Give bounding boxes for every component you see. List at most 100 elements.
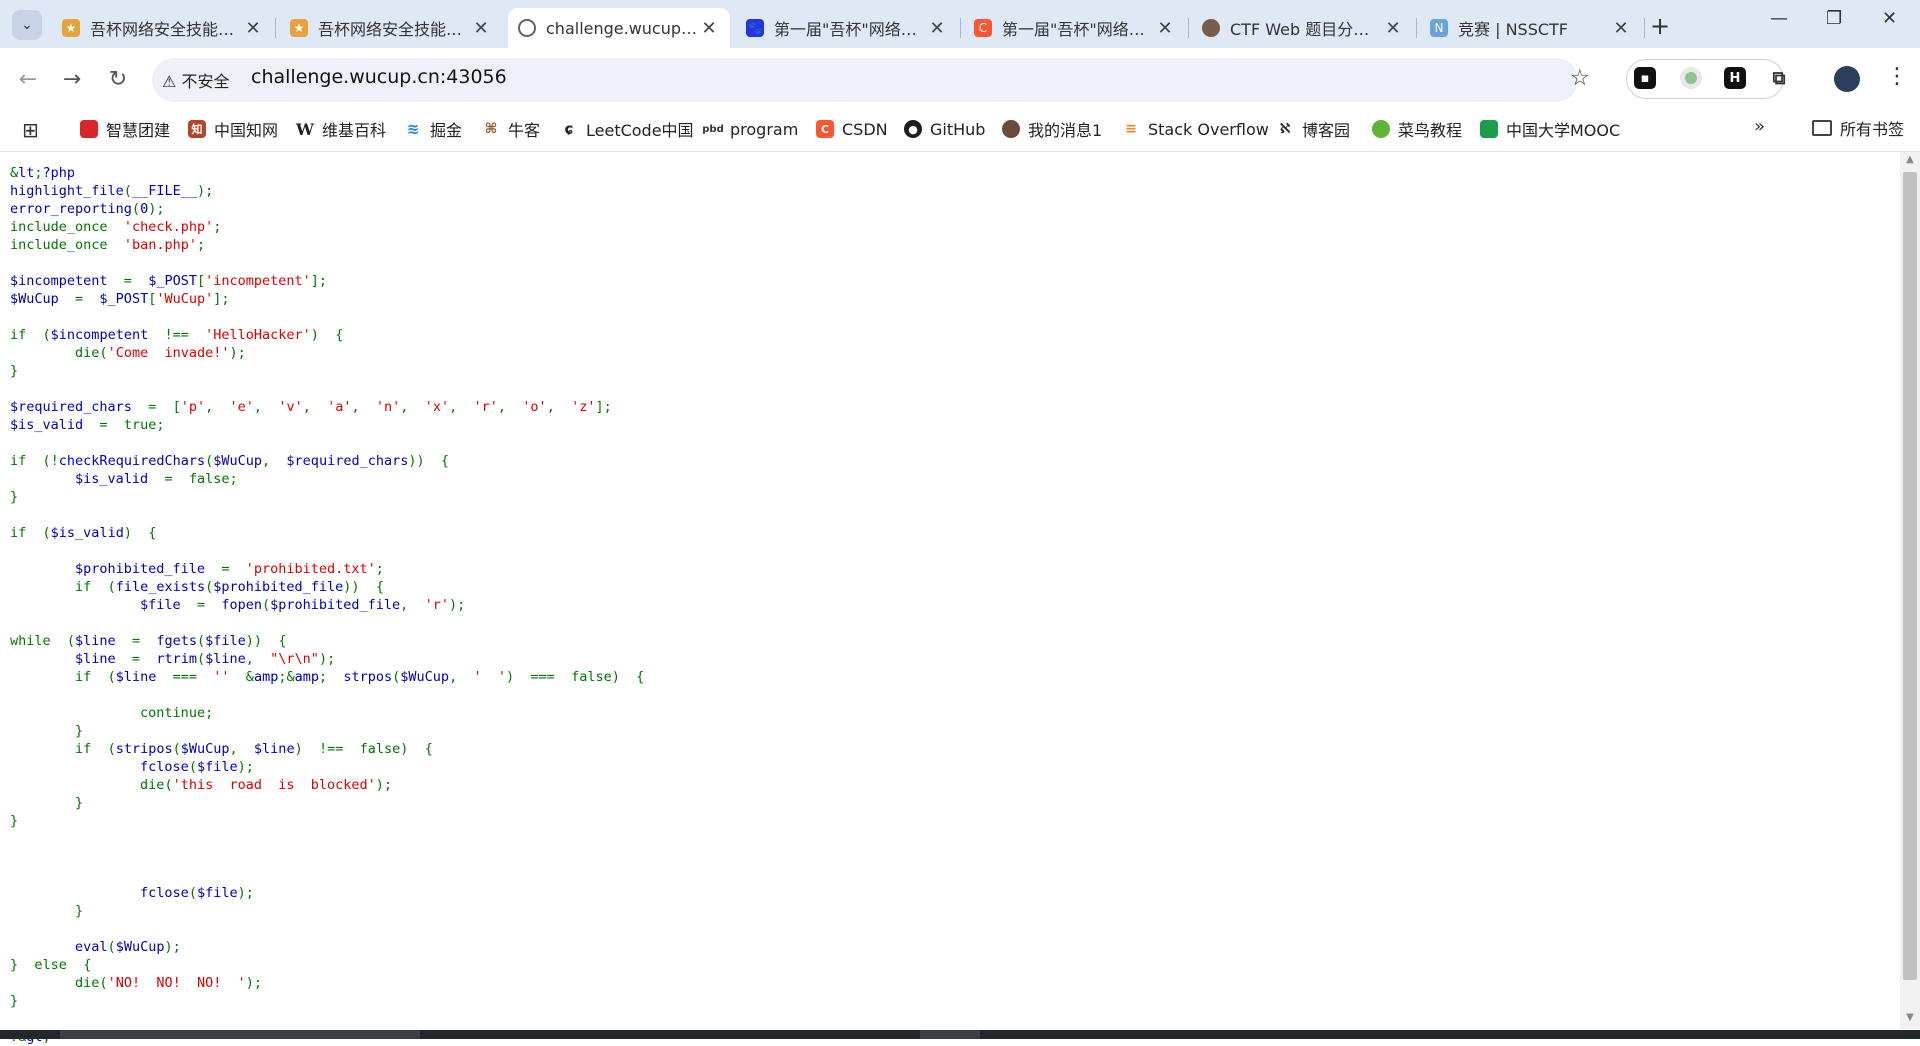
code-line: die('this road is blocked'); xyxy=(140,777,393,793)
code-line: } xyxy=(75,795,84,811)
close-window-button[interactable]: ✕ xyxy=(1882,8,1897,29)
mooc-icon xyxy=(1480,120,1498,138)
taskbar-item[interactable] xyxy=(60,1030,420,1039)
wikipedia-icon: W xyxy=(296,119,314,139)
tab-4[interactable]: C 第一届"吾杯"网络安全技能大赛 ✕ xyxy=(964,8,1186,48)
tab-label: challenge.wucup.cn:43056 xyxy=(546,18,698,38)
github-icon: ● xyxy=(904,120,922,138)
tab-6[interactable]: N 竞赛 | NSSCTF ✕ xyxy=(1420,8,1642,48)
trophy-icon: ★ xyxy=(290,19,308,37)
csdn-icon: C xyxy=(816,120,834,138)
tab-label: 吾杯网络安全技能大赛 xyxy=(318,20,470,39)
puzzle-icon[interactable]: ⧉ xyxy=(1768,67,1790,89)
code-line: } xyxy=(10,813,19,829)
tab-2-active[interactable]: challenge.wucup.cn:43056 ✕ xyxy=(508,8,730,48)
cnki-icon: 知 xyxy=(188,120,206,138)
bookmark-item[interactable]: 中国大学MOOC xyxy=(1480,116,1620,142)
close-tab-icon[interactable]: ✕ xyxy=(470,18,492,39)
close-tab-icon[interactable]: ✕ xyxy=(242,18,264,39)
scrollbar-thumb[interactable] xyxy=(1903,172,1917,980)
tab-separator xyxy=(1188,18,1189,38)
all-bookmarks-button[interactable]: 所有书签 xyxy=(1812,116,1904,140)
tab-3[interactable]: 🐾 第一届"吾杯"网络安全技能大赛 ✕ xyxy=(736,8,958,48)
bookmark-item[interactable]: 菜鸟教程 xyxy=(1372,116,1462,142)
tab-0[interactable]: ★ 吾杯网络安全技能大赛 ✕ xyxy=(52,8,274,48)
profile-avatar[interactable] xyxy=(1834,66,1860,92)
bookmark-item[interactable]: 智慧团建 xyxy=(80,116,170,142)
tab-label: CTF Web 题目分析与 xyxy=(1230,20,1382,39)
user-avatar-icon xyxy=(1202,19,1220,37)
bookmark-item[interactable]: ℵ 博客园 xyxy=(1276,116,1350,142)
extension-icon-1[interactable]: ▪ xyxy=(1634,67,1656,89)
stackoverflow-icon: ≡ xyxy=(1122,120,1140,138)
code-line: die('NO! NO! NO! '); xyxy=(75,975,262,991)
bookmark-label: GitHub xyxy=(930,119,986,139)
cnblogs-icon: ℵ xyxy=(1276,120,1294,138)
code-line: include_once 'ban.php'; xyxy=(10,237,206,253)
bookmark-label: 掘金 xyxy=(430,121,463,140)
bookmark-item[interactable]: ɕ LeetCode中国 xyxy=(560,116,694,142)
scroll-up-arrow-icon[interactable]: ▲ xyxy=(1903,154,1917,168)
security-indicator[interactable]: ⚠ 不安全 xyxy=(162,68,229,92)
code-line: } else { xyxy=(10,957,92,973)
restore-button[interactable]: ❐ xyxy=(1826,8,1842,29)
bookmark-item[interactable]: pbd program xyxy=(702,116,798,142)
taskbar-item[interactable] xyxy=(920,1030,980,1039)
warning-icon: ⚠ xyxy=(162,72,177,91)
new-tab-button[interactable]: + xyxy=(1650,12,1670,40)
minimize-button[interactable]: — xyxy=(1770,8,1788,29)
security-label: 不安全 xyxy=(181,72,230,91)
bookmark-item[interactable]: 知中国知网 xyxy=(188,116,278,142)
forward-button[interactable]: → xyxy=(58,66,86,94)
close-tab-icon[interactable]: ✕ xyxy=(1610,18,1632,39)
tab-1[interactable]: ★ 吾杯网络安全技能大赛 ✕ xyxy=(280,8,502,48)
bookmark-item[interactable]: ≋ 掘金 xyxy=(404,116,462,142)
bookmark-label: 中国大学MOOC xyxy=(1506,121,1621,140)
code-line: include_once 'check.php'; xyxy=(10,219,222,235)
arrow-right-icon: → xyxy=(62,67,82,92)
bookmark-star-icon[interactable]: ☆ xyxy=(1570,66,1590,91)
bookmark-item[interactable]: C CSDN xyxy=(816,116,888,142)
scroll-down-arrow-icon[interactable]: ▼ xyxy=(1903,1012,1917,1026)
close-tab-icon[interactable]: ✕ xyxy=(698,18,720,39)
nssctf-icon: N xyxy=(1430,19,1448,37)
code-line: } xyxy=(75,903,84,919)
apps-grid-icon[interactable]: ⊞ xyxy=(22,118,39,142)
bookmark-item[interactable]: 我的消息1 xyxy=(1002,116,1102,142)
page-content: &lt;?php highlight_file(__FILE__); error_r… xyxy=(0,152,1900,1045)
bookmark-item[interactable]: ≡ Stack Overflow xyxy=(1122,116,1269,142)
code-line: $required_chars = ['p', 'e', 'v', 'a', '… xyxy=(10,399,612,415)
code-line: if ($incompetent !== 'HelloHacker') { xyxy=(10,327,344,343)
bookmark-item[interactable]: W 维基百科 xyxy=(296,116,386,142)
code-line: $line = rtrim($line, "\r\n"); xyxy=(10,651,336,667)
bookmark-label: 我的消息1 xyxy=(1028,121,1103,140)
code-line: fclose($file); xyxy=(10,759,254,775)
tab-5[interactable]: CTF Web 题目分析与 ✕ xyxy=(1192,8,1414,48)
tab-search-button[interactable]: ⌄ xyxy=(12,10,42,40)
extension-icon-2[interactable] xyxy=(1680,67,1702,89)
close-tab-icon[interactable]: ✕ xyxy=(1382,18,1404,39)
code-line: fclose($file); xyxy=(10,885,254,901)
url-text[interactable]: challenge.wucup.cn:43056 xyxy=(251,66,507,88)
back-button[interactable]: ← xyxy=(14,66,42,94)
code-line: if ($is_valid) { xyxy=(10,525,157,541)
pbd-icon: pbd xyxy=(702,120,724,138)
code-line: if (stripos($WuCup, $line) !== false) { xyxy=(75,741,433,757)
runoob-icon xyxy=(1372,120,1390,138)
tab-label: 吾杯网络安全技能大赛 xyxy=(90,20,242,39)
bookmark-label: 博客园 xyxy=(1302,121,1351,140)
bookmark-item[interactable]: ⌘ 牛客 xyxy=(482,116,540,142)
reload-button[interactable]: ↻ xyxy=(104,66,132,94)
close-tab-icon[interactable]: ✕ xyxy=(926,18,948,39)
close-tab-icon[interactable]: ✕ xyxy=(1154,18,1176,39)
bookmark-item[interactable]: ● GitHub xyxy=(904,116,985,142)
more-menu-icon[interactable]: ⋮ xyxy=(1886,64,1908,89)
bookmarks-overflow-button[interactable]: » xyxy=(1754,116,1765,137)
extension-icon-h[interactable]: H xyxy=(1724,67,1746,89)
bookmark-label: 智慧团建 xyxy=(106,121,171,140)
